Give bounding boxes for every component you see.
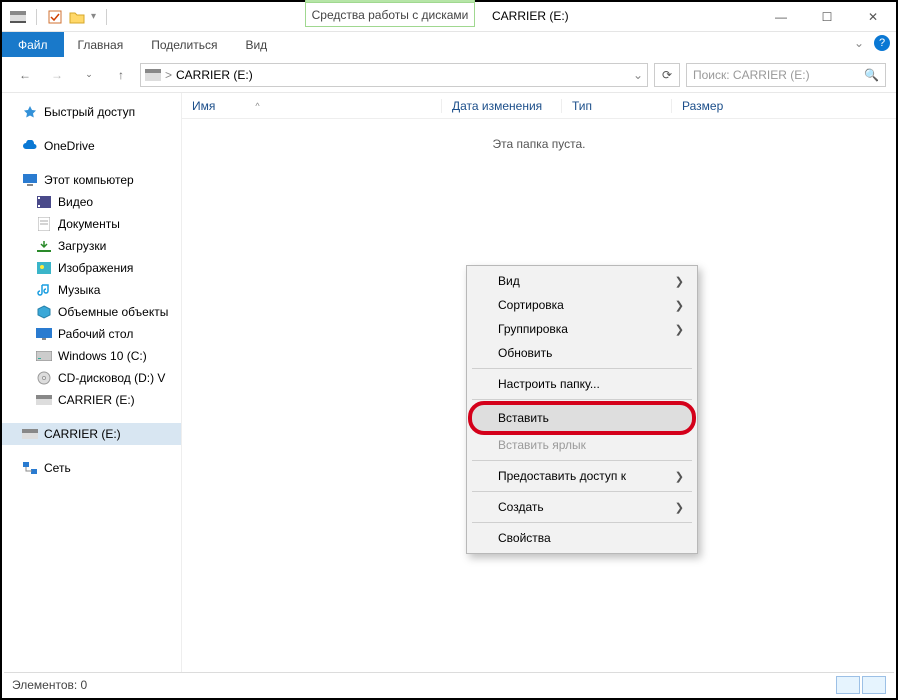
drive-icon [22,426,38,442]
tree-e-drive[interactable]: CARRIER (E:) [2,389,181,411]
pictures-icon [36,260,52,276]
tree-network[interactable]: Сеть [2,457,181,479]
cm-paste[interactable]: Вставить [468,401,696,435]
tree-this-pc[interactable]: Этот компьютер [2,169,181,191]
cm-refresh[interactable]: Обновить [470,341,694,365]
tree-c-drive[interactable]: Windows 10 (C:) [2,345,181,367]
file-tab[interactable]: Файл [2,32,64,57]
download-icon [36,238,52,254]
cm-separator [472,368,692,369]
tree-quick-access[interactable]: Быстрый доступ [2,101,181,123]
document-icon [36,216,52,232]
column-type[interactable]: Тип [562,99,672,113]
cube-icon [36,304,52,320]
submenu-arrow-icon: ❯ [675,323,684,336]
nav-back-button[interactable]: ← [12,62,38,88]
cm-new[interactable]: Создать❯ [470,495,694,519]
maximize-button[interactable]: ☐ [804,2,850,32]
empty-folder-message: Эта папка пуста. [182,137,896,151]
tab-home[interactable]: Главная [64,32,138,57]
address-dropdown-icon[interactable]: ⌄ [633,68,643,82]
column-headers: Имя ^ Дата изменения Тип Размер [182,93,896,119]
tree-e-drive-root[interactable]: CARRIER (E:) [2,423,181,445]
cm-give-access[interactable]: Предоставить доступ к❯ [470,464,694,488]
close-button[interactable]: ✕ [850,2,896,32]
view-large-icons-button[interactable] [862,676,886,694]
context-tab-drive-tools[interactable]: Средства работы с дисками [305,2,475,27]
cm-properties[interactable]: Свойства [470,526,694,550]
cm-paste-shortcut: Вставить ярлык [470,433,694,457]
qat-newfolder-icon[interactable] [69,9,85,25]
window-title: CARRIER (E:) [492,9,569,23]
submenu-arrow-icon: ❯ [675,275,684,288]
search-placeholder: Поиск: CARRIER (E:) [693,68,810,82]
minimize-button[interactable]: — [758,2,804,32]
tree-3d-objects[interactable]: Объемные объекты [2,301,181,323]
network-icon [22,460,38,476]
music-icon [36,282,52,298]
cm-customize-folder[interactable]: Настроить папку... [470,372,694,396]
cm-separator [472,522,692,523]
navigation-pane: Быстрый доступ OneDrive Этот компьютер В… [2,93,182,673]
app-icon [10,9,26,25]
drive-icon [36,348,52,364]
disc-icon [36,370,52,386]
help-icon[interactable]: ? [874,35,890,51]
refresh-button[interactable]: ⟳ [654,63,680,87]
drive-icon [145,67,161,83]
status-bar: Элементов: 0 [4,672,894,696]
tree-desktop[interactable]: Рабочий стол [2,323,181,345]
tree-downloads[interactable]: Загрузки [2,235,181,257]
submenu-arrow-icon: ❯ [675,470,684,483]
cloud-icon [22,138,38,154]
tree-music[interactable]: Музыка [2,279,181,301]
tree-d-drive[interactable]: CD-дисковод (D:) V [2,367,181,389]
tree-documents[interactable]: Документы [2,213,181,235]
submenu-arrow-icon: ❯ [675,299,684,312]
column-size[interactable]: Размер [672,99,772,113]
cm-sort[interactable]: Сортировка❯ [470,293,694,317]
video-icon [36,194,52,210]
breadcrumb-sep-icon[interactable]: > [165,68,172,82]
nav-recent-button[interactable]: ⌄ [76,62,102,88]
nav-up-button[interactable]: ↑ [108,62,134,88]
search-icon: 🔍 [864,68,879,82]
view-details-button[interactable] [836,676,860,694]
main-area: Быстрый доступ OneDrive Этот компьютер В… [2,93,896,673]
column-name[interactable]: Имя ^ [182,99,442,113]
address-bar[interactable]: > CARRIER (E:) ⌄ [140,63,648,87]
content-pane[interactable]: Имя ^ Дата изменения Тип Размер Эта папк… [182,93,896,673]
ribbon-tabs: Файл Главная Поделиться Вид ⌄ ? [2,32,896,57]
cm-view[interactable]: Вид❯ [470,269,694,293]
drive-icon [36,392,52,408]
cm-separator [472,460,692,461]
tree-pictures[interactable]: Изображения [2,257,181,279]
cm-group[interactable]: Группировка❯ [470,317,694,341]
ribbon-expand-icon[interactable]: ⌄ [854,36,864,50]
tree-onedrive[interactable]: OneDrive [2,135,181,157]
qat-dropdown-icon[interactable]: ▾ [91,11,96,22]
qat-properties-icon[interactable] [47,9,63,25]
column-date[interactable]: Дата изменения [442,99,562,113]
address-toolbar: ← → ⌄ ↑ > CARRIER (E:) ⌄ ⟳ Поиск: CARRIE… [2,57,896,93]
search-input[interactable]: Поиск: CARRIER (E:) 🔍 [686,63,886,87]
nav-forward-button[interactable]: → [44,62,70,88]
contextual-tab-group: Управление Средства работы с дисками [305,0,475,27]
cm-separator [472,399,692,400]
status-item-count: Элементов: 0 [12,678,87,692]
star-icon [22,104,38,120]
context-menu: Вид❯ Сортировка❯ Группировка❯ Обновить Н… [466,265,698,554]
submenu-arrow-icon: ❯ [675,501,684,514]
title-bar: ▾ Управление Средства работы с дисками C… [2,2,896,32]
tab-share[interactable]: Поделиться [137,32,231,57]
pc-icon [22,172,38,188]
sort-indicator-icon: ^ [255,101,259,111]
tree-videos[interactable]: Видео [2,191,181,213]
desktop-icon [36,326,52,342]
cm-separator [472,491,692,492]
tab-view[interactable]: Вид [231,32,281,57]
breadcrumb-path[interactable]: CARRIER (E:) [176,68,253,82]
